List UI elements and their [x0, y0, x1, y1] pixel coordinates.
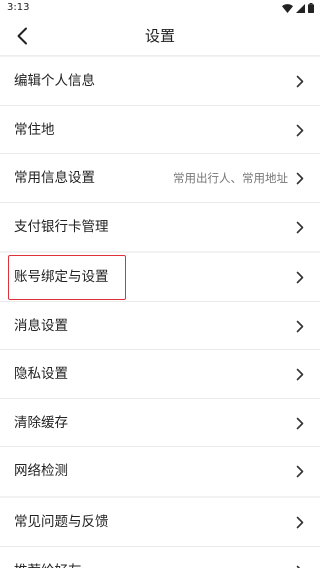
settings-group-preferences: 账号绑定与设置 消息设置 隐私设置 清除缓存 网络检测: [0, 253, 320, 496]
settings-row-bank-cards[interactable]: 支付银行卡管理: [0, 203, 320, 252]
row-label: 常住地: [14, 121, 55, 138]
chevron-right-icon: [296, 75, 304, 88]
row-label: 账号绑定与设置: [14, 269, 109, 285]
settings-row-residence[interactable]: 常住地: [0, 106, 320, 154]
status-time: 3:13: [7, 2, 30, 13]
chevron-right-icon: [296, 368, 304, 381]
chevron-right-icon: [296, 417, 304, 429]
settings-group-help: 常见问题与反馈 推荐给好友: [0, 498, 320, 568]
chevron-right-icon: [296, 124, 304, 136]
status-bar: 3:13: [0, 0, 320, 16]
wifi-icon: [282, 3, 293, 13]
cellular-signal-icon: [296, 3, 305, 13]
row-label: 编辑个人信息: [14, 73, 95, 89]
settings-group-account-info: 编辑个人信息 常住地 常用信息设置 常用出行人、常用地址 支付银行卡管理: [0, 57, 320, 251]
settings-row-network-check[interactable]: 网络检测: [0, 447, 320, 496]
settings-row-privacy[interactable]: 隐私设置: [0, 350, 320, 399]
row-label: 清除缓存: [14, 414, 68, 431]
settings-row-common-info[interactable]: 常用信息设置 常用出行人、常用地址: [0, 154, 320, 203]
chevron-right-icon: [296, 320, 304, 332]
settings-row-recommend-friends[interactable]: 推荐给好友: [0, 547, 320, 568]
chevron-right-icon: [296, 516, 304, 529]
chevron-right-icon: [296, 465, 304, 478]
chevron-right-icon: [296, 271, 304, 284]
row-value: 常用出行人、常用地址: [173, 171, 288, 185]
row-label: 支付银行卡管理: [14, 218, 109, 235]
row-label: 推荐给好友: [14, 547, 82, 568]
chevron-right-icon: [296, 565, 301, 568]
row-label: 网络检测: [14, 463, 68, 479]
battery-icon: [308, 3, 314, 13]
settings-row-faq-feedback[interactable]: 常见问题与反馈: [0, 498, 320, 547]
settings-row-edit-profile[interactable]: 编辑个人信息: [0, 57, 320, 106]
nav-bar: 设置: [0, 16, 320, 56]
row-label: 消息设置: [14, 317, 68, 334]
row-label: 常用信息设置: [14, 170, 95, 186]
page-title: 设置: [144, 27, 175, 45]
chevron-right-icon: [296, 172, 304, 185]
settings-row-account-binding[interactable]: 账号绑定与设置: [0, 253, 320, 302]
settings-row-clear-cache[interactable]: 清除缓存: [0, 399, 320, 447]
settings-row-notifications[interactable]: 消息设置: [0, 302, 320, 350]
status-icons: [282, 3, 314, 13]
chevron-right-icon: [296, 221, 304, 233]
row-label: 隐私设置: [14, 366, 68, 382]
row-label: 常见问题与反馈: [14, 514, 109, 530]
